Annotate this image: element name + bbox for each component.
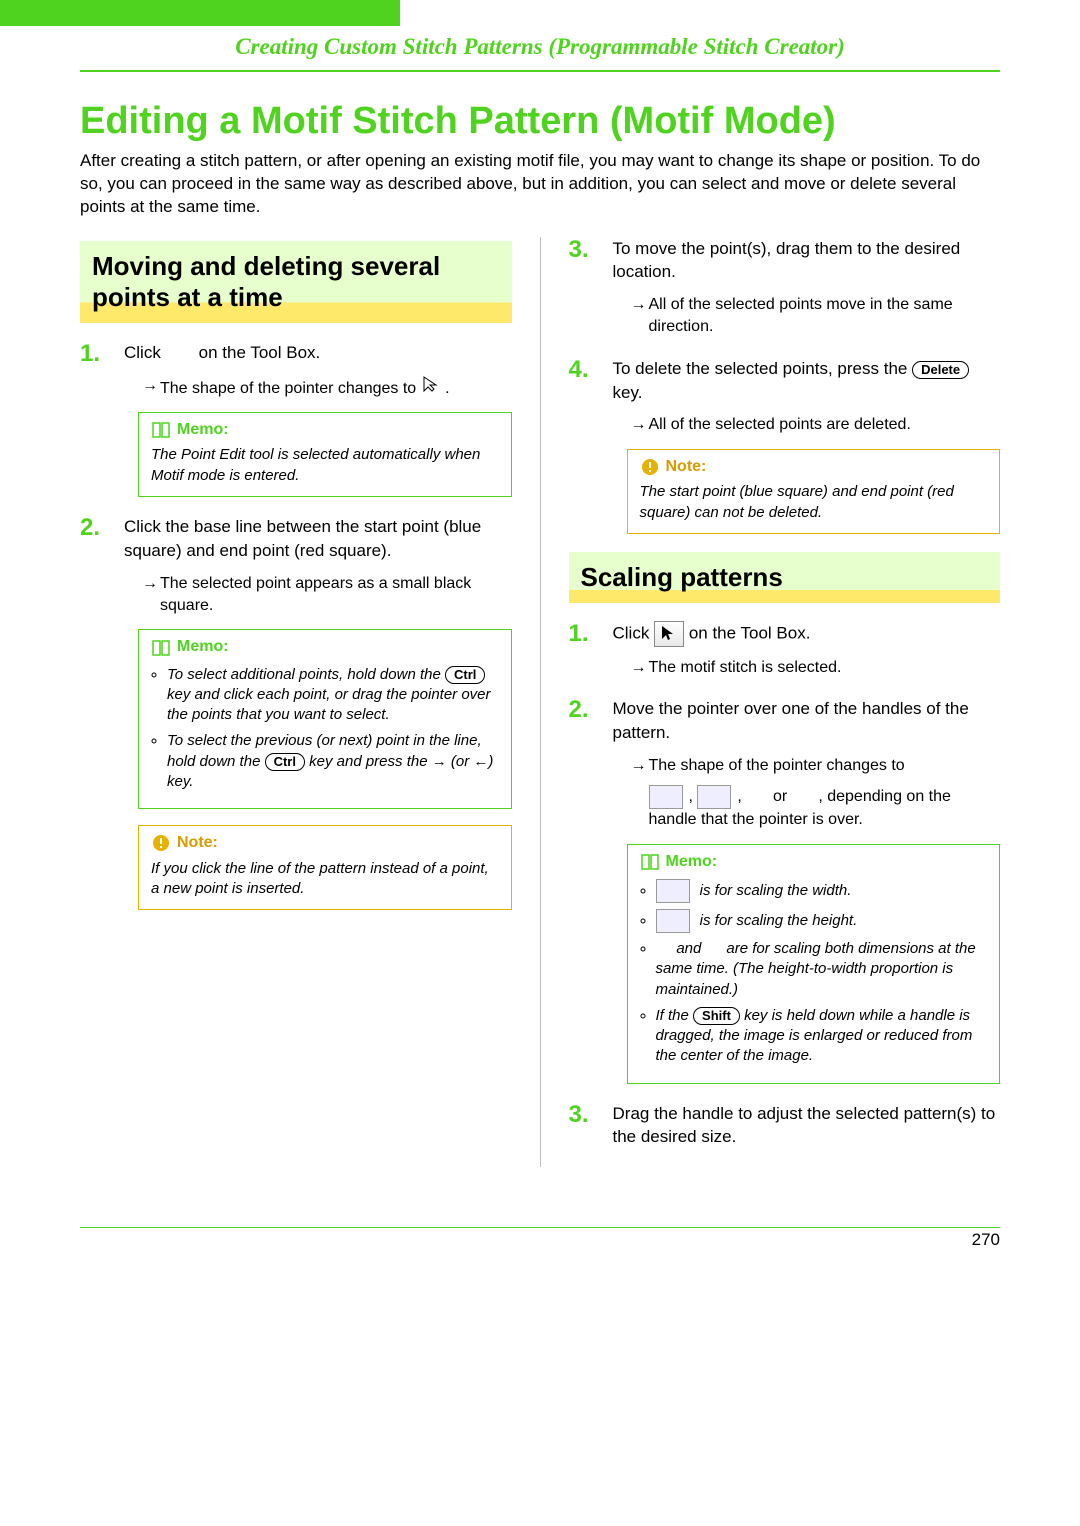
memo3-b1: is for scaling the width. (656, 879, 988, 903)
step1-pre: Click (124, 343, 161, 362)
scaling-step-1: Click on the Tool Box. The motif stitch … (569, 621, 1001, 679)
memo-body: The Point Edit tool is selected automati… (151, 445, 499, 486)
memo3-b3: and are for scaling both dimensions at t… (656, 939, 988, 1000)
chapter-header: Creating Custom Stitch Patterns (Program… (0, 26, 1080, 66)
column-divider (540, 237, 541, 1168)
left-column: Moving and deleting several points at a … (80, 237, 512, 1168)
ctrl-key: Ctrl (445, 666, 485, 684)
step-2: Click the base line between the start po… (80, 515, 512, 910)
step-4: To delete the selected points, press the… (569, 357, 1001, 534)
note-box-1: Note: If you click the line of the patte… (138, 825, 512, 910)
note-header: Note: (151, 832, 499, 854)
section-moving-deleting: Moving and deleting several points at a … (80, 241, 512, 323)
delete-key: Delete (912, 361, 969, 379)
note-header: Note: (640, 456, 988, 478)
step3-text: To move the point(s), drag them to the d… (613, 239, 961, 282)
memo-body: is for scaling the width. is for scaling… (640, 879, 988, 1067)
note-icon (640, 458, 660, 476)
intro-paragraph: After creating a stitch pattern, or afte… (80, 150, 1000, 219)
s1-sub: The motif stitch is selected. (631, 657, 1001, 679)
step1-sub: The shape of the pointer changes to . (142, 375, 512, 400)
memo-header: Memo: (151, 419, 499, 441)
step-3: To move the point(s), drag them to the d… (569, 237, 1001, 339)
step-1: Click on the Tool Box. The shape of the … (80, 341, 512, 497)
right-column: To move the point(s), drag them to the d… (569, 237, 1001, 1168)
resize-v-icon (656, 909, 690, 933)
memo3-b4: If the Shift key is held down while a ha… (656, 1006, 988, 1067)
section-title: Moving and deleting several points at a … (92, 251, 502, 313)
memo-icon (640, 853, 660, 871)
note-body: The start point (blue square) and end po… (640, 482, 988, 523)
note-box-2: Note: The start point (blue square) and … (627, 449, 1001, 534)
note-icon (151, 834, 171, 852)
resize-h-icon (649, 785, 683, 809)
top-accent-band (0, 0, 1080, 26)
step2-text: Click the base line between the start po… (124, 517, 481, 560)
page-footer: 270 (80, 1227, 1000, 1250)
memo-box-2: Memo: To select additional points, hold … (138, 629, 512, 809)
step4-post: key. (613, 383, 643, 402)
section-scaling: Scaling patterns (569, 552, 1001, 603)
memo-box-3: Memo: is for scaling the width. is (627, 844, 1001, 1084)
step4-pre: To delete the selected points, press the (613, 359, 908, 378)
pointer-edit-icon (421, 375, 441, 393)
memo-header: Memo: (151, 636, 499, 658)
section-title: Scaling patterns (581, 562, 991, 593)
resize-v-icon (697, 785, 731, 809)
shift-key: Shift (693, 1007, 740, 1025)
step3-sub: All of the selected points move in the s… (631, 294, 1001, 339)
memo-icon (151, 421, 171, 439)
memo3-b2: is for scaling the height. (656, 909, 988, 933)
resize-h-icon (656, 879, 690, 903)
note-body: If you click the line of the pattern ins… (151, 859, 499, 900)
scaling-step-3: Drag the handle to adjust the selected p… (569, 1102, 1001, 1150)
page-number: 270 (972, 1230, 1000, 1249)
s2-sub: The shape of the pointer changes to , , … (631, 755, 1001, 832)
select-tool-icon (654, 621, 684, 647)
page-title: Editing a Motif Stitch Pattern (Motif Mo… (80, 100, 1000, 144)
chapter-title: Creating Custom Stitch Patterns (Program… (80, 34, 1000, 60)
scaling-step-2: Move the pointer over one of the handles… (569, 697, 1001, 1083)
memo-box-1: Memo: The Point Edit tool is selected au… (138, 412, 512, 497)
memo-header: Memo: (640, 851, 988, 873)
memo-icon (151, 639, 171, 657)
memo-body: To select additional points, hold down t… (151, 665, 499, 793)
step4-sub: All of the selected points are deleted. (631, 414, 1001, 436)
step2-sub: The selected point appears as a small bl… (142, 573, 512, 618)
memo2-bullet2: To select the previous (or next) point i… (167, 731, 499, 792)
memo2-bullet1: To select additional points, hold down t… (167, 665, 499, 726)
ctrl-key: Ctrl (265, 753, 305, 771)
step1-post: on the Tool Box. (199, 343, 321, 362)
